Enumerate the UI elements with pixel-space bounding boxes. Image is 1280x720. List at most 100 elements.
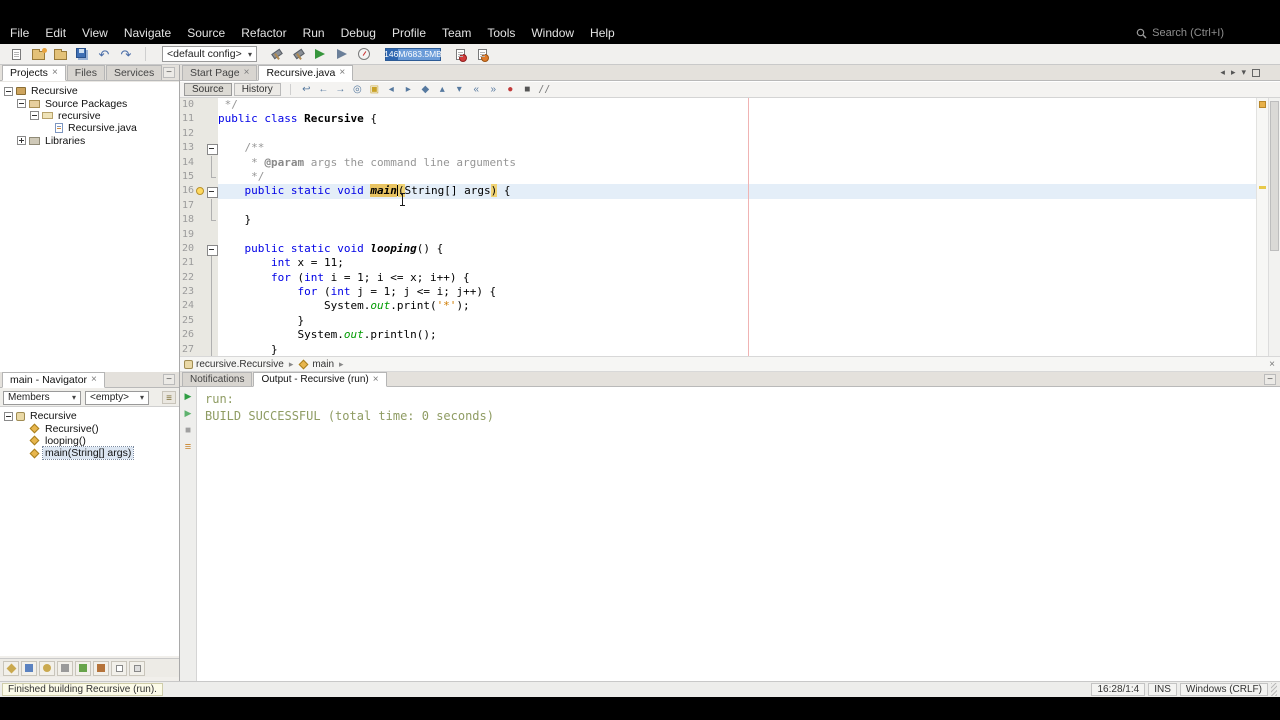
member-node-main-string-args[interactable]: main(String[] args) <box>0 446 179 461</box>
project-node-recursive[interactable]: Recursive <box>0 85 179 97</box>
show-inherited-members-button[interactable] <box>3 660 19 676</box>
breadcrumb-close-icon[interactable]: × <box>1269 359 1275 370</box>
toggle-comment-button[interactable]: // <box>536 83 553 97</box>
output-tab-output-recursive-run[interactable]: Output - Recursive (run) × <box>253 372 387 387</box>
find-selection-button[interactable]: ◎ <box>349 83 366 97</box>
build-project-button[interactable] <box>265 45 287 64</box>
menu-file[interactable]: File <box>2 25 37 41</box>
editor-scrollbar[interactable] <box>1268 98 1280 356</box>
navigator-settings-icon[interactable]: ≡ <box>162 391 176 404</box>
rerun-button[interactable]: ▶ <box>181 389 196 404</box>
collapse-all-button[interactable] <box>129 660 145 676</box>
redo-button[interactable]: ↷ <box>115 45 137 64</box>
tab-close-icon[interactable]: × <box>339 68 345 78</box>
scrollbar-thumb[interactable] <box>1270 101 1279 251</box>
error-stripe[interactable] <box>1256 98 1268 356</box>
undo-button[interactable]: ↶ <box>93 45 115 64</box>
scope-filter-dropdown[interactable]: <empty> ▾ <box>85 390 149 405</box>
breadcrumb-item-recursive-recursive[interactable]: recursive.Recursive <box>184 359 284 370</box>
toggle-bookmark-button[interactable]: ◆ <box>417 83 434 97</box>
history-view-button[interactable]: History <box>233 83 281 96</box>
tab-close-icon[interactable]: × <box>244 68 250 78</box>
navigator-tab-main-navigator[interactable]: main - Navigator × <box>2 372 105 388</box>
show-static-members-button[interactable] <box>39 660 55 676</box>
menu-run[interactable]: Run <box>295 25 333 41</box>
scroll-tabs-left-button[interactable]: ◂ <box>1220 67 1225 78</box>
menu-navigate[interactable]: Navigate <box>116 25 179 41</box>
expand-handle[interactable] <box>30 111 39 121</box>
menu-tools[interactable]: Tools <box>479 25 523 41</box>
menu-profile[interactable]: Profile <box>384 25 434 41</box>
member-node-recursive[interactable]: Recursive() <box>0 422 179 435</box>
menu-refactor[interactable]: Refactor <box>233 25 294 41</box>
projects-tab-projects[interactable]: Projects × <box>2 65 66 81</box>
profile-project-button[interactable] <box>353 45 375 64</box>
save-all-button[interactable] <box>71 45 93 64</box>
minimize-navigator-button[interactable]: − <box>163 374 175 385</box>
profile-point-button[interactable] <box>449 45 471 64</box>
member-node-looping[interactable]: looping() <box>0 435 179 447</box>
output-tab-notifications[interactable]: Notifications <box>182 372 253 386</box>
tab-list-button[interactable]: ▾ <box>1241 67 1246 78</box>
fold-margin[interactable] <box>206 184 218 199</box>
quick-search[interactable]: Search (Ctrl+I) <box>1136 27 1224 39</box>
code-editor[interactable]: 10 */11 public class Recursive {12 13 /** 1… <box>180 98 1280 356</box>
fold-margin[interactable] <box>206 241 218 257</box>
scroll-tabs-right-button[interactable]: ▸ <box>1231 67 1236 78</box>
new-file-button[interactable] <box>5 45 27 64</box>
next-occurrence-button[interactable]: ▾ <box>451 83 468 97</box>
hint-glyph-icon[interactable] <box>196 187 204 196</box>
previous-occurrence-button[interactable]: ▴ <box>434 83 451 97</box>
tab-close-icon[interactable]: × <box>91 375 97 385</box>
editor-tab-start-page[interactable]: Start Page × <box>182 65 258 80</box>
expand-handle[interactable] <box>17 99 26 109</box>
source-view-button[interactable]: Source <box>184 83 232 96</box>
menu-team[interactable]: Team <box>434 25 479 41</box>
project-node-libraries[interactable]: Libraries <box>0 135 179 147</box>
reset-profile-results-button[interactable] <box>471 45 493 64</box>
debug-project-button[interactable] <box>331 45 353 64</box>
minimize-output-button[interactable]: − <box>1264 374 1276 385</box>
breadcrumb-item-main[interactable]: main <box>298 359 334 370</box>
members-filter-dropdown[interactable]: Members ▾ <box>3 390 81 405</box>
stop-macro-recording-button[interactable]: ■ <box>519 83 536 97</box>
show-fields-button[interactable] <box>21 660 37 676</box>
sort-by-name-button[interactable] <box>75 660 91 676</box>
new-project-button[interactable] <box>27 45 49 64</box>
output-console[interactable]: run: BUILD SUCCESSFUL (total time: 0 seco… <box>197 387 1280 681</box>
menu-help[interactable]: Help <box>582 25 623 41</box>
highlight-occurrences-button[interactable]: ▣ <box>366 83 383 97</box>
memory-gauge[interactable]: 146M/683.5MB <box>384 47 442 61</box>
shift-line-left-button[interactable]: « <box>468 83 485 97</box>
project-node-source-packages[interactable]: Source Packages <box>0 97 179 110</box>
shift-line-right-button[interactable]: » <box>485 83 502 97</box>
next-bookmark-button[interactable]: ▸ <box>400 83 417 97</box>
show-non-public-members-button[interactable] <box>57 660 73 676</box>
menu-edit[interactable]: Edit <box>37 25 74 41</box>
run-project-button[interactable] <box>309 45 331 64</box>
expand-all-button[interactable] <box>111 660 127 676</box>
stop-build-button[interactable]: ■ <box>181 423 196 438</box>
open-project-button[interactable] <box>49 45 71 64</box>
expand-handle[interactable] <box>17 136 26 146</box>
menu-debug[interactable]: Debug <box>333 25 384 41</box>
menu-window[interactable]: Window <box>523 25 582 41</box>
projects-tab-files[interactable]: Files <box>66 65 105 80</box>
member-node-recursive[interactable]: Recursive <box>0 410 179 422</box>
insert-mode-toggle[interactable]: INS <box>1148 683 1177 696</box>
config-dropdown[interactable]: <default config> ▾ <box>162 46 257 62</box>
tab-close-icon[interactable]: × <box>373 374 379 385</box>
last-edit-location-button[interactable]: ↩ <box>298 83 315 97</box>
forward-button[interactable]: → <box>332 83 349 97</box>
menu-view[interactable]: View <box>74 25 116 41</box>
editor-tab-recursive-java[interactable]: Recursive.java × <box>258 65 354 81</box>
menu-source[interactable]: Source <box>179 25 233 41</box>
previous-bookmark-button[interactable]: ◂ <box>383 83 400 97</box>
project-node-recursive-java[interactable]: Recursive.java <box>0 122 179 134</box>
rerun-with-different-parameters-button[interactable]: ▶ <box>181 406 196 421</box>
ant-settings-button[interactable]: ≡ <box>181 440 196 455</box>
tab-close-icon[interactable]: × <box>52 68 58 78</box>
projects-tab-services[interactable]: Services <box>105 65 163 80</box>
fold-margin[interactable] <box>206 141 218 156</box>
project-node-recursive[interactable]: recursive <box>0 110 179 122</box>
